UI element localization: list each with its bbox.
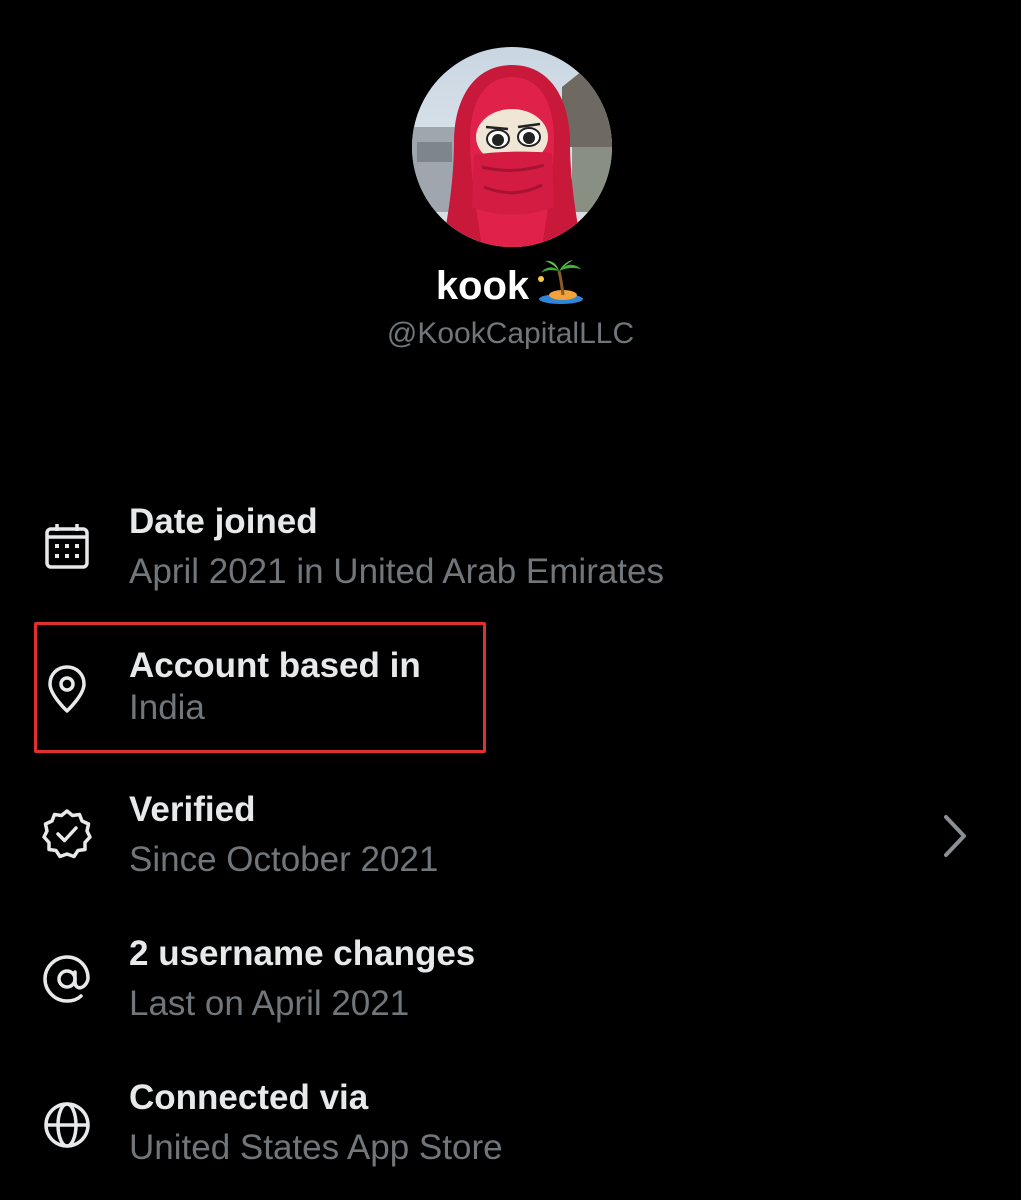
location-pin-icon bbox=[48, 665, 86, 713]
display-name: kook bbox=[0, 258, 1021, 314]
avatar[interactable] bbox=[412, 47, 612, 247]
account-based-in-label: Account based in bbox=[129, 646, 421, 685]
chevron-right-icon[interactable] bbox=[938, 813, 972, 859]
connected-via-row: Connected via United States App Store bbox=[0, 1074, 1021, 1194]
verified-row[interactable]: Verified Since October 2021 bbox=[0, 786, 1021, 906]
at-sign-icon bbox=[43, 955, 90, 1003]
date-joined-label: Date joined bbox=[129, 502, 318, 541]
verified-badge-icon bbox=[42, 809, 92, 859]
verified-label: Verified bbox=[129, 790, 256, 829]
profile-handle: @KookCapitalLLC bbox=[386, 317, 635, 350]
calendar-icon bbox=[45, 524, 89, 569]
account-based-in-row: Account based in India bbox=[0, 642, 1021, 762]
username-changes-value: Last on April 2021 bbox=[129, 984, 410, 1023]
username-changes-row: 2 username changes Last on April 2021 bbox=[0, 930, 1021, 1050]
date-joined-value: April 2021 in United Arab Emirates bbox=[129, 552, 664, 591]
connected-via-label: Connected via bbox=[129, 1078, 369, 1117]
connected-via-value: United States App Store bbox=[129, 1128, 503, 1167]
desert-island-icon bbox=[537, 259, 585, 320]
avatar-image bbox=[412, 47, 612, 247]
verified-value: Since October 2021 bbox=[129, 840, 439, 879]
globe-icon bbox=[44, 1102, 90, 1148]
username-changes-label: 2 username changes bbox=[129, 934, 476, 973]
display-name-text: kook bbox=[435, 264, 530, 308]
account-based-in-value: India bbox=[129, 688, 205, 727]
date-joined-row: Date joined April 2021 in United Arab Em… bbox=[0, 498, 1021, 618]
